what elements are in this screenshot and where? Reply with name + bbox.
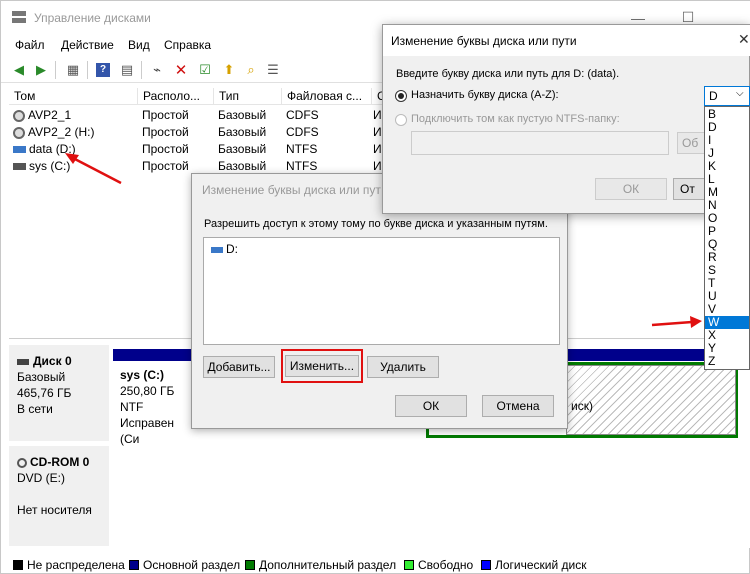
legend-item: Основной раздел [129,558,240,572]
drive-letter-select[interactable]: D ⌵ [704,86,750,106]
drive-letter-options[interactable]: B D I J K L M N O P Q R S T U V W X Y Z [704,106,750,370]
mount-path-input[interactable] [411,131,669,155]
col-layout[interactable]: Располо... [137,88,213,105]
forward-arrow-icon[interactable]: ▶ [31,60,51,80]
menu-file[interactable]: Файл [15,38,45,52]
cd-icon [17,457,27,468]
disk0-label[interactable]: Диск 0 Базовый 465,76 ГБ В сети [9,345,109,441]
chevron-down-icon: ⌵ [736,88,744,99]
menu-view[interactable]: Вид [128,38,150,52]
legend: Не распределена Основной раздел Дополнит… [9,556,750,574]
connect-icon[interactable]: ⌁ [147,60,167,80]
sys-partition-block[interactable]: sys (C:) 250,80 ГБ NTF Исправен (Си [115,362,195,446]
ok-button[interactable]: ОК [395,395,467,417]
red-arrow-annotation [65,153,122,185]
back-arrow-icon[interactable]: ◀ [9,60,29,80]
list-item[interactable]: D: [211,242,238,256]
add-button[interactable]: Добавить... [203,356,275,378]
close-icon[interactable]: ✕ [738,31,750,48]
window-title: Управление дисками [34,11,151,25]
settings-list-icon[interactable]: ☰ [263,60,283,80]
cdrom0-label[interactable]: CD-ROM 0 DVD (E:) Нет носителя [9,446,109,546]
cd-icon [13,126,25,139]
hdd-icon [211,246,223,253]
col-volume[interactable]: Том [9,88,137,105]
search-folder-icon[interactable]: ⌕ [241,60,261,80]
remove-button[interactable]: Удалить [367,356,439,378]
dialog-title: Изменение буквы диска или пут [202,183,381,197]
legend-item: Дополнительный раздел [245,558,396,572]
legend-item: Свободно [404,558,473,572]
folder-up-icon[interactable]: ⬆ [219,60,239,80]
dialog-prompt: Разрешить доступ к этому тому по букве д… [204,218,548,230]
menu-help[interactable]: Справка [164,38,211,52]
ok-button[interactable]: ОК [595,178,667,200]
disk-management-icon [12,11,26,23]
delete-icon[interactable]: ✕ [171,60,191,80]
paths-list[interactable]: D: [203,237,560,345]
col-type[interactable]: Тип [213,88,281,105]
cd-icon [13,109,25,122]
assign-letter-label: Назначить букву диска (A-Z): [411,89,559,101]
hdd-icon [17,358,29,365]
cancel-button[interactable]: Отмена [482,395,554,417]
check-icon[interactable]: ☑ [195,60,215,80]
legend-item: Логический диск [481,558,587,572]
menu-action[interactable]: Действие [61,38,114,52]
option-item[interactable]: D [705,121,749,134]
dialog-title: Изменение буквы диска или пути [391,34,577,48]
red-arrow-annotation [651,316,702,328]
hdd-icon [13,146,26,154]
properties-grid-icon[interactable]: ▦ [63,60,83,80]
legend-item: Не распределена [13,558,125,572]
assign-letter-radio[interactable] [395,90,407,102]
mount-folder-radio[interactable] [395,114,407,126]
mount-folder-label: Подключить том как пустую NTFS-папку: [411,113,620,125]
hdd-icon [13,163,26,171]
col-filesystem[interactable]: Файловая с... [281,88,371,105]
option-item[interactable]: Z [705,355,749,368]
assign-letter-dialog: Изменение буквы диска или пути ✕ Введите… [382,24,750,214]
help-icon[interactable]: ? [93,60,113,80]
view-grid-icon[interactable]: ▤ [117,60,137,80]
dialog-prompt: Введите букву диска или путь для D: (dat… [396,68,620,80]
dialog-title-bar: Изменение буквы диска или пути ✕ [383,25,750,56]
change-button[interactable]: Изменить... [285,355,359,377]
